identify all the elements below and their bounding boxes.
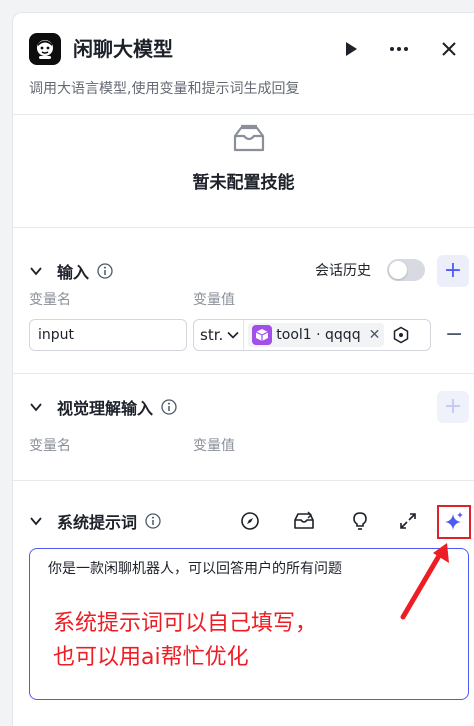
prompt-tips-button[interactable]: [348, 509, 372, 533]
system-prompt-text: 你是一款闲聊机器人，可以回答用户的所有问题: [48, 561, 342, 577]
type-select-value: str.: [200, 326, 224, 344]
more-options-button[interactable]: [385, 35, 413, 63]
chevron-down-icon[interactable]: [29, 514, 43, 528]
reference-picker-icon[interactable]: [392, 326, 410, 344]
node-description: 调用大语言模型,使用变量和提示词生成回复: [29, 81, 300, 97]
add-input-button[interactable]: +: [437, 255, 469, 287]
explore-compass-button[interactable]: [238, 509, 262, 533]
chevron-down-icon[interactable]: [29, 264, 43, 278]
expand-icon: [400, 513, 416, 529]
input-section-title: 输入: [57, 263, 90, 282]
vision-section-header[interactable]: 视觉理解输入: [29, 395, 177, 419]
prompt-library-button[interactable]: [292, 509, 316, 533]
sparkle-icon: [445, 512, 463, 530]
variable-name-header: 变量名: [29, 438, 71, 454]
skills-section: 暂未配置技能: [13, 116, 474, 228]
remove-reference-icon[interactable]: ✕: [369, 327, 381, 343]
expand-editor-button[interactable]: [396, 509, 420, 533]
conversation-history-toggle[interactable]: [387, 259, 425, 281]
plus-icon: +: [443, 258, 463, 283]
reference-label: tool1 · qqqq: [276, 327, 361, 343]
vision-section-title: 视觉理解输入: [57, 399, 154, 418]
add-vision-input-button[interactable]: +: [437, 391, 469, 423]
input-section: 输入: [13, 229, 474, 374]
variable-value-field[interactable]: str. tool1 · qqqq ✕: [193, 319, 431, 351]
empty-skills-text: 暂未配置技能: [192, 173, 295, 193]
lightbulb-icon: [353, 512, 367, 530]
remove-row-icon[interactable]: −: [445, 323, 465, 347]
panel-header: 闲聊大模型 调用大语言模型,使用变量和提示词生成回复: [13, 13, 474, 115]
close-icon: [442, 42, 456, 56]
inbox-upload-icon: [294, 511, 314, 529]
variable-value-header: 变量值: [193, 438, 235, 454]
info-icon[interactable]: [145, 513, 161, 529]
compass-icon: [241, 512, 259, 530]
input-section-header[interactable]: 输入: [29, 259, 113, 283]
run-play-button[interactable]: [337, 35, 365, 63]
chevron-down-icon: [227, 331, 239, 339]
ai-optimize-button[interactable]: [437, 505, 471, 539]
variable-name-input[interactable]: input: [29, 319, 187, 351]
conversation-history-label: 会话历史: [315, 263, 371, 279]
type-select[interactable]: str.: [194, 320, 245, 350]
more-dots-icon: [390, 47, 408, 51]
annotation-text: 系统提示词可以自己填写， 也可以用ai帮忙优化: [53, 607, 317, 675]
node-config-panel: 闲聊大模型 调用大语言模型,使用变量和提示词生成回复 暂未配置技能 输入 会话历…: [12, 12, 474, 726]
tool-cube-icon: [252, 325, 273, 345]
system-prompt-header[interactable]: 系统提示词: [29, 509, 161, 533]
annotation-line-2: 也可以用ai帮忙优化: [53, 645, 249, 670]
variable-name-header: 变量名: [29, 292, 71, 308]
vision-input-section: 视觉理解输入 变量名 变量值: [13, 375, 474, 481]
plus-icon: +: [443, 394, 463, 419]
close-button[interactable]: [435, 35, 463, 63]
annotation-arrow-icon: [400, 543, 449, 620]
variable-reference-tag[interactable]: tool1 · qqqq ✕: [248, 323, 385, 347]
annotation-line-1: 系统提示词可以自己填写，: [53, 611, 318, 636]
chevron-down-icon[interactable]: [29, 400, 43, 414]
llm-logo-icon: [29, 33, 61, 65]
info-icon[interactable]: [97, 263, 113, 279]
info-icon[interactable]: [161, 399, 177, 415]
empty-box-icon: [233, 124, 265, 152]
play-icon: [346, 42, 357, 56]
node-title: 闲聊大模型: [73, 37, 173, 61]
variable-value-header: 变量值: [193, 292, 235, 308]
system-prompt-title: 系统提示词: [57, 513, 138, 532]
